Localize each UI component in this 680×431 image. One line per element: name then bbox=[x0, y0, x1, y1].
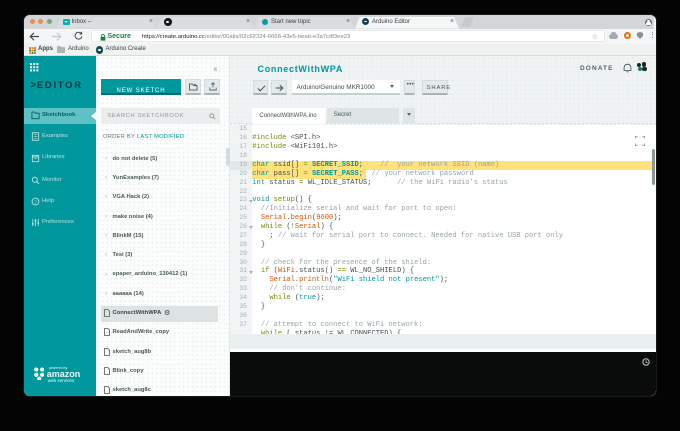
svg-text:?: ? bbox=[34, 200, 37, 206]
